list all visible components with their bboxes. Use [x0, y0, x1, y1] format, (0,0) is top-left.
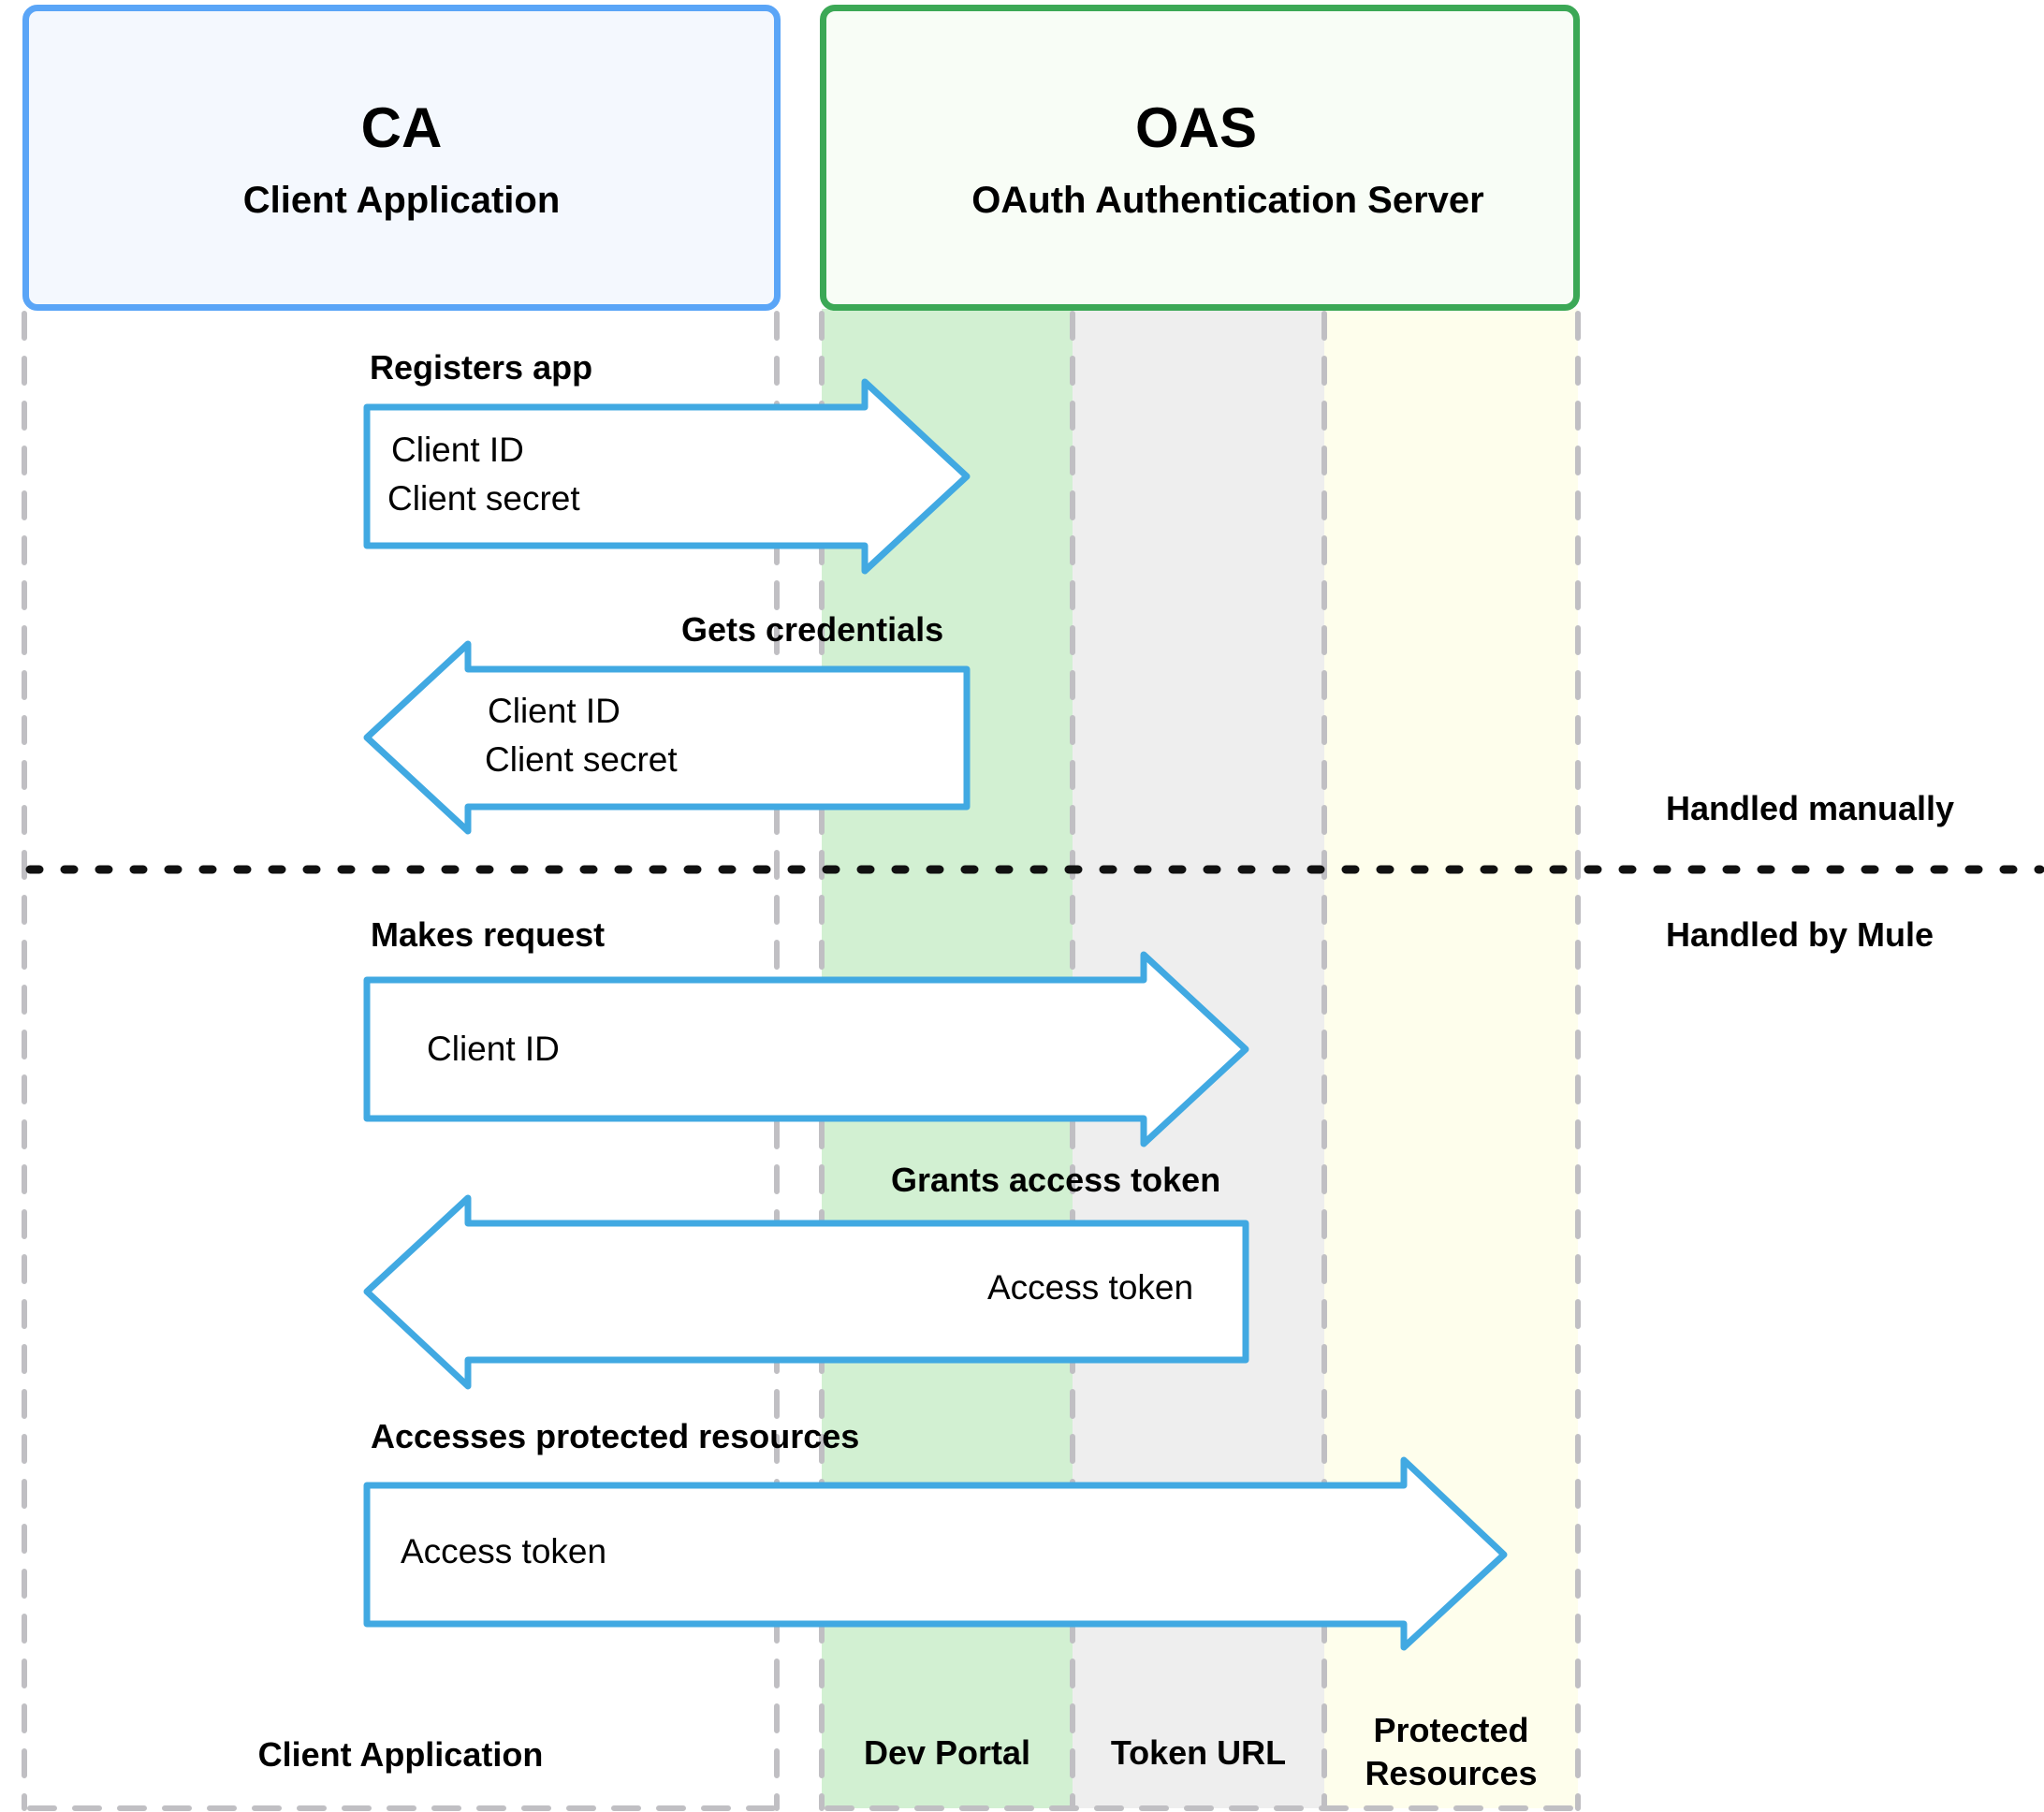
payload-item: Client ID — [488, 692, 620, 730]
actor-name-ca: Client Application — [242, 180, 561, 221]
actor-box-oauth-server: OAS OAuth Authentication Server — [820, 5, 1580, 311]
payload-item: Client ID — [391, 431, 524, 469]
payload-registers-app: Client ID Client secret — [387, 426, 580, 523]
payload-item: Access token — [987, 1268, 1194, 1307]
payload-item: Client secret — [485, 740, 678, 779]
lane-label-line: Resources — [1365, 1754, 1538, 1792]
payload-gets-credentials: Client ID Client secret — [485, 687, 678, 784]
payload-item: Access token — [401, 1532, 607, 1571]
section-label-handled-manually: Handled manually — [1666, 789, 1955, 827]
payload-item: Client secret — [387, 479, 580, 518]
step-label-gets-credentials: Gets credentials — [681, 610, 944, 649]
step-label-accesses-protected-resources: Accesses protected resources — [371, 1417, 860, 1455]
lane-label-client-application: Client Application — [257, 1735, 544, 1774]
step-label-registers-app: Registers app — [370, 348, 593, 387]
step-label-makes-request: Makes request — [371, 915, 606, 954]
section-label-handled-by-mule: Handled by Mule — [1666, 915, 1934, 954]
lane-label-dev-portal: Dev Portal — [863, 1733, 1031, 1772]
lane-label-line: Protected — [1373, 1711, 1529, 1749]
actor-name-oas: OAuth Authentication Server — [971, 180, 1484, 221]
actor-abbr-ca: CA — [360, 96, 443, 159]
payload-item: Client ID — [427, 1030, 560, 1068]
payload-accesses-protected-resources: Access token — [401, 1527, 606, 1576]
lane-label-protected-resources: Protected Resources — [1324, 1709, 1578, 1795]
lane-label-token-url: Token URL — [1110, 1733, 1287, 1772]
payload-makes-request: Client ID — [427, 1025, 560, 1074]
actor-box-client-application: CA Client Application — [22, 5, 781, 311]
actor-abbr-oas: OAS — [1134, 96, 1258, 159]
payload-grants-access-token: Access token — [987, 1264, 1193, 1312]
step-label-grants-access-token: Grants access token — [891, 1161, 1221, 1199]
